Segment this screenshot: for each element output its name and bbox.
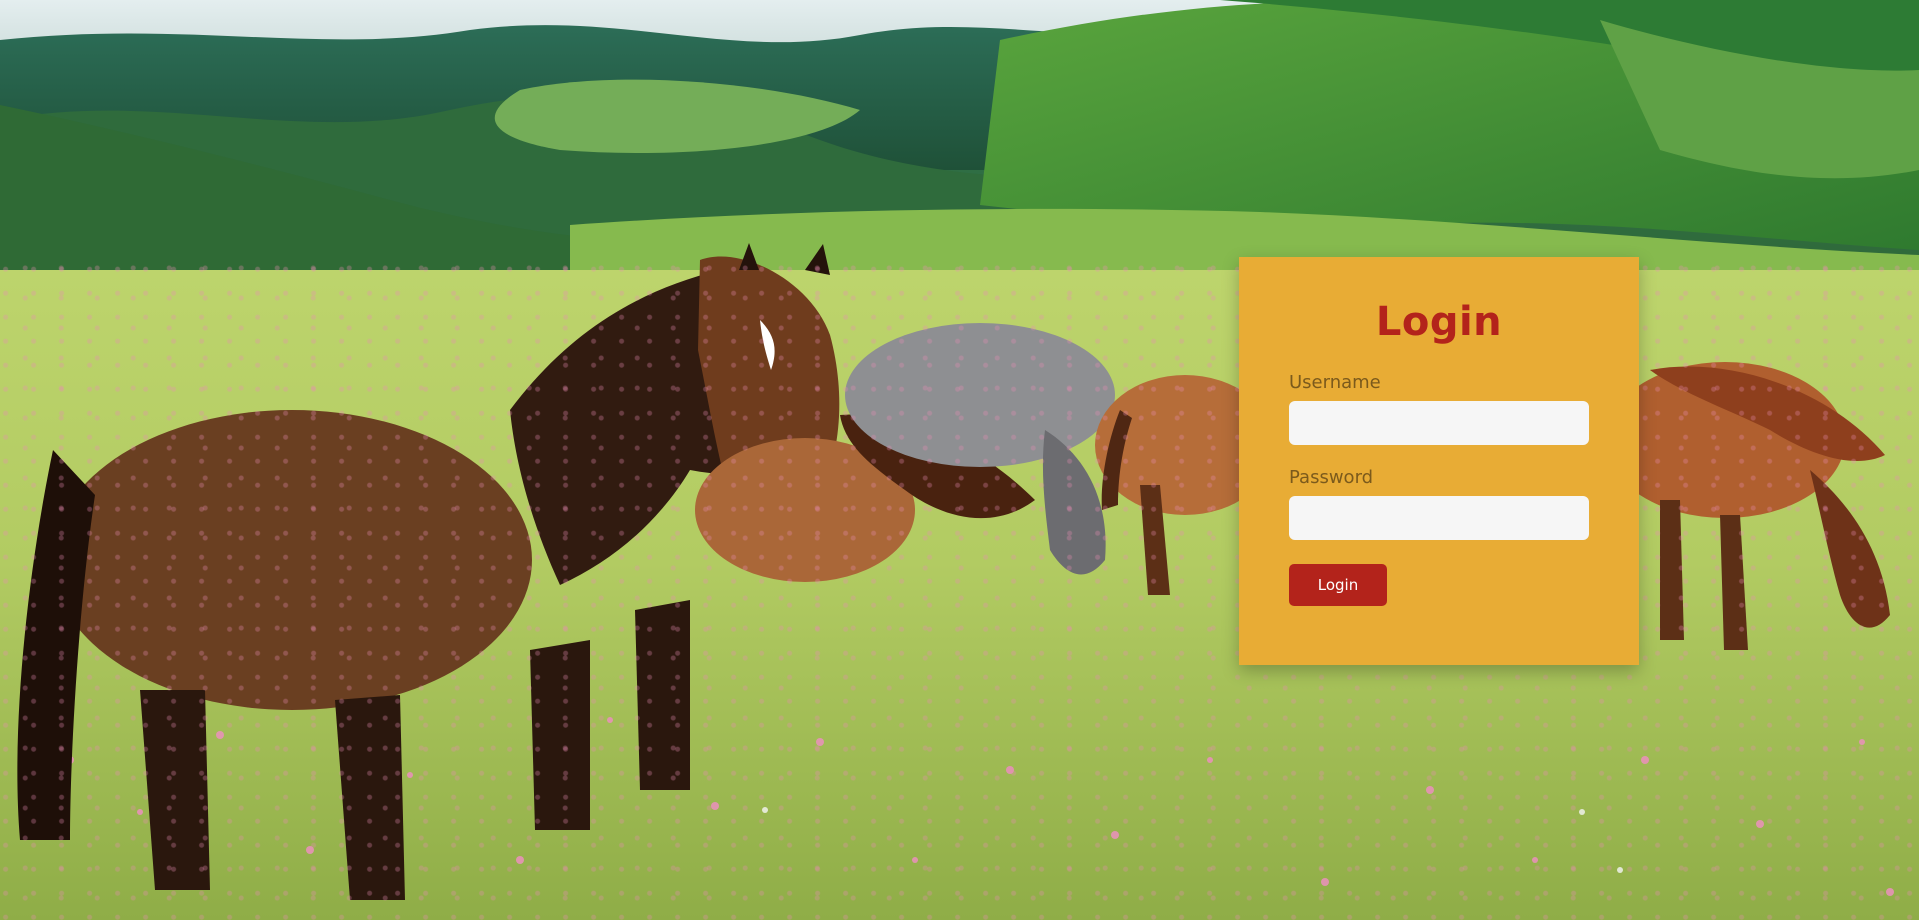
password-input[interactable]: [1289, 496, 1589, 540]
username-label: Username: [1289, 372, 1381, 393]
login-button[interactable]: Login: [1289, 564, 1387, 606]
login-page: Login Username Password Login: [0, 0, 1919, 920]
login-title: Login: [1375, 299, 1503, 345]
password-label: Password: [1289, 467, 1374, 488]
username-field-group: Username: [1289, 372, 1589, 445]
login-card: Login Username Password Login: [1239, 257, 1639, 665]
username-input[interactable]: [1289, 401, 1589, 445]
password-field-group: Password: [1289, 467, 1589, 540]
